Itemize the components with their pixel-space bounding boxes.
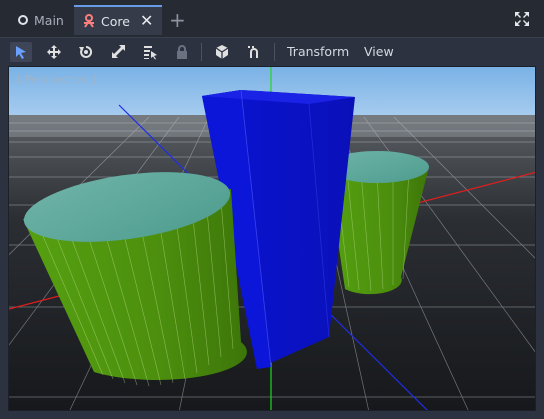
lock-button[interactable] bbox=[171, 42, 193, 62]
tab-core-label: Core bbox=[101, 13, 130, 29]
tab-main[interactable]: Main bbox=[10, 7, 70, 33]
transform-menu[interactable]: Transform bbox=[287, 42, 349, 62]
view-menu[interactable]: View bbox=[364, 42, 394, 62]
3d-viewport[interactable]: [ Perspective ] bbox=[8, 66, 536, 411]
close-tab-icon[interactable]: ✕ bbox=[140, 13, 153, 29]
move-icon bbox=[47, 45, 61, 59]
cube-icon bbox=[215, 45, 229, 59]
scene-tab-bar: Main Core ✕ + bbox=[0, 0, 544, 37]
perspective-label[interactable]: [ Perspective ] bbox=[17, 73, 96, 86]
lock-icon bbox=[177, 45, 187, 59]
select-tool-button[interactable] bbox=[10, 42, 32, 62]
rotate-tool-button[interactable] bbox=[75, 42, 97, 62]
fullscreen-icon[interactable] bbox=[514, 11, 530, 27]
toolbar-separator bbox=[201, 43, 202, 61]
move-tool-button[interactable] bbox=[43, 42, 65, 62]
tab-core[interactable]: Core ✕ bbox=[74, 5, 162, 35]
snap-button[interactable] bbox=[243, 42, 265, 62]
spatial-node-icon bbox=[82, 14, 96, 28]
tab-main-label: Main bbox=[34, 12, 64, 28]
snap-icon bbox=[248, 46, 258, 58]
viewport-toolbar: Transform View bbox=[0, 37, 544, 66]
add-tab-icon[interactable]: + bbox=[169, 8, 186, 32]
circle-ring-icon bbox=[18, 15, 28, 25]
local-space-button[interactable] bbox=[211, 42, 233, 62]
list-select-button[interactable] bbox=[139, 42, 161, 62]
rotate-icon bbox=[79, 45, 93, 58]
pointer-icon bbox=[16, 46, 26, 59]
scale-tool-button[interactable] bbox=[107, 42, 129, 62]
list-select-icon bbox=[144, 46, 157, 60]
scale-icon bbox=[112, 45, 125, 58]
toolbar-separator bbox=[274, 43, 275, 61]
viewport-scene bbox=[9, 67, 535, 410]
